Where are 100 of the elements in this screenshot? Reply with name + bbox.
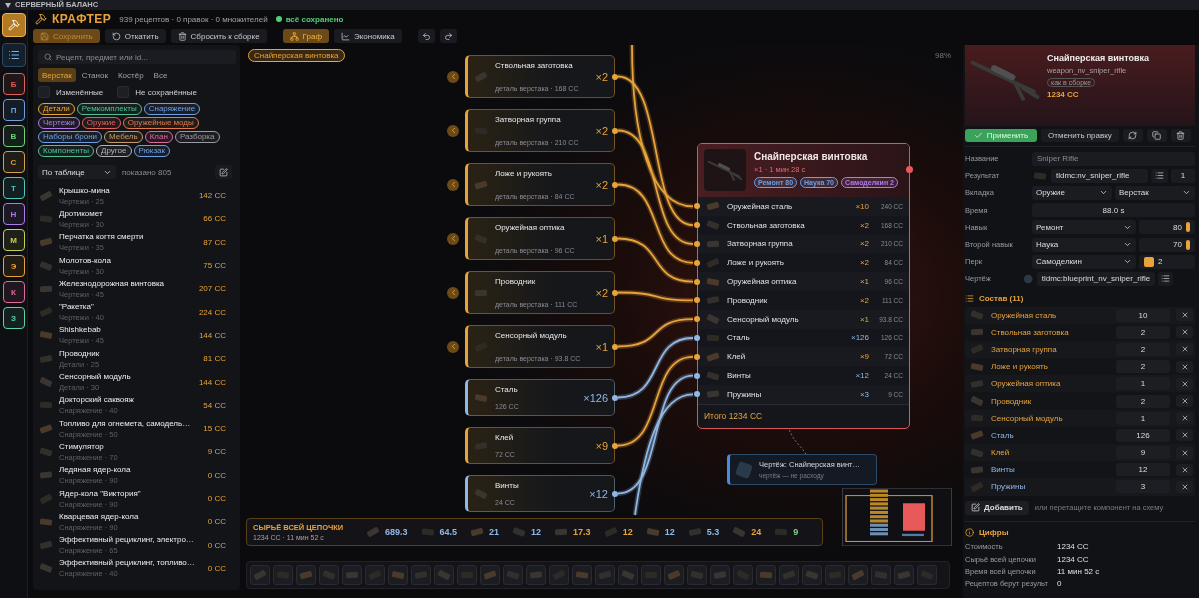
- view-tab[interactable]: Экономика: [334, 29, 402, 43]
- amount-field[interactable]: 10: [1116, 308, 1170, 322]
- category-button[interactable]: Н: [2, 203, 25, 225]
- dropdown[interactable]: Оружие: [1032, 185, 1112, 200]
- view-tab[interactable]: Граф: [282, 29, 329, 43]
- port-dot[interactable]: [612, 127, 618, 134]
- remove-button[interactable]: [1176, 463, 1193, 476]
- amount-field[interactable]: 2: [1116, 325, 1170, 339]
- filter-toggle[interactable]: Не сохранённые: [117, 86, 207, 98]
- tool-button[interactable]: [1, 13, 26, 37]
- search-field[interactable]: Рецепт, предмет или id...: [38, 50, 236, 64]
- port-dot[interactable]: [694, 353, 700, 360]
- amount-field[interactable]: 3: [1116, 480, 1170, 494]
- category-chip[interactable]: Другое: [96, 145, 132, 157]
- add-button[interactable]: Добавить: [965, 500, 1029, 515]
- filter-tab[interactable]: Все: [149, 68, 172, 82]
- dropdown[interactable]: Наука: [1032, 237, 1136, 252]
- collapse-button[interactable]: [447, 232, 459, 245]
- category-button[interactable]: С: [2, 151, 25, 173]
- category-button[interactable]: П: [2, 99, 25, 121]
- port-dot[interactable]: [694, 334, 700, 341]
- checkbox[interactable]: [38, 86, 50, 98]
- port-dot[interactable]: [694, 278, 700, 285]
- port-dot[interactable]: [612, 394, 618, 401]
- checkbox[interactable]: [117, 86, 130, 98]
- category-chip[interactable]: Наборы брони: [38, 131, 103, 143]
- port-dot[interactable]: [612, 490, 618, 497]
- port-dot[interactable]: [694, 391, 700, 398]
- remove-button[interactable]: [1176, 446, 1193, 459]
- category-chip[interactable]: Детали: [38, 103, 75, 115]
- amount-field[interactable]: 12: [1116, 463, 1170, 477]
- dropdown[interactable]: Самоделкин: [1032, 254, 1136, 269]
- remove-button[interactable]: [1176, 343, 1193, 356]
- remove-button[interactable]: [1176, 480, 1193, 493]
- collapse-button[interactable]: [447, 124, 459, 137]
- remove-button[interactable]: [1176, 429, 1193, 442]
- redo-button[interactable]: [439, 29, 457, 43]
- number-field[interactable]: 2: [1139, 254, 1195, 269]
- port-dot[interactable]: [694, 222, 700, 229]
- category-chip[interactable]: Клан: [144, 131, 173, 143]
- port-dot[interactable]: [694, 316, 700, 323]
- category-chip[interactable]: Чертежи: [38, 117, 80, 129]
- port-dot[interactable]: [694, 241, 700, 247]
- filter-toggle[interactable]: Изменённые: [38, 86, 114, 98]
- dropdown[interactable]: Верстак: [1115, 185, 1195, 200]
- category-chip[interactable]: Компоненты: [38, 145, 95, 157]
- text-field[interactable]: Sniper Rifle: [1032, 151, 1195, 166]
- remove-button[interactable]: [1176, 395, 1193, 408]
- amount-field[interactable]: 9: [1116, 446, 1170, 460]
- category-chip[interactable]: Ремкомплекты: [76, 103, 142, 115]
- tool-button[interactable]: [1, 43, 26, 67]
- copy-button[interactable]: [1146, 129, 1167, 142]
- port-dot[interactable]: [694, 297, 700, 304]
- amount-field[interactable]: 2: [1116, 394, 1170, 408]
- port-dot[interactable]: [612, 235, 618, 242]
- port-dot[interactable]: [612, 73, 618, 80]
- category-chip[interactable]: Оружейные моды: [122, 117, 199, 129]
- list-button[interactable]: [1158, 271, 1173, 286]
- category-chip[interactable]: Рюкзак: [133, 145, 171, 157]
- time-field[interactable]: 88.0 s: [1032, 203, 1195, 218]
- filter-tab[interactable]: Верстак: [38, 68, 76, 82]
- port-dot[interactable]: [612, 289, 618, 296]
- amount-field[interactable]: 2: [1116, 342, 1170, 356]
- category-chip[interactable]: Снаряжение: [143, 103, 201, 115]
- port-dot[interactable]: [694, 259, 700, 266]
- remove-button[interactable]: [1176, 326, 1193, 339]
- port-dot[interactable]: [694, 203, 700, 210]
- count-field[interactable]: 1: [1171, 168, 1195, 183]
- sort-select[interactable]: По таблице: [38, 165, 116, 179]
- edit-button[interactable]: [215, 165, 232, 179]
- remove-button[interactable]: [1176, 360, 1193, 373]
- port-dot[interactable]: [612, 343, 618, 350]
- remove-button[interactable]: [1176, 377, 1193, 390]
- amount-field[interactable]: 2: [1116, 360, 1170, 374]
- reset-button[interactable]: Сбросить к сборке: [170, 29, 267, 43]
- category-chip[interactable]: Оружие: [81, 117, 121, 129]
- delete-button[interactable]: [1170, 129, 1191, 142]
- filter-tab[interactable]: Станок: [77, 68, 112, 82]
- revert-button[interactable]: Откатить: [104, 29, 166, 43]
- recipe-node[interactable]: [697, 143, 910, 429]
- list-button[interactable]: [1151, 168, 1168, 183]
- undo-button[interactable]: [417, 29, 435, 43]
- port-dot[interactable]: [612, 181, 618, 188]
- number-field[interactable]: 70: [1139, 237, 1195, 252]
- number-field[interactable]: 80: [1139, 220, 1195, 235]
- amount-field[interactable]: 126: [1116, 428, 1170, 442]
- remove-button[interactable]: [1176, 412, 1193, 425]
- revert-button[interactable]: Отменить правку: [1041, 129, 1119, 142]
- category-button[interactable]: Т: [2, 177, 25, 199]
- breadcrumb-chip[interactable]: Снайперская винтовка: [248, 49, 345, 62]
- category-button[interactable]: В: [2, 125, 25, 147]
- remove-button[interactable]: [1176, 309, 1193, 322]
- category-button[interactable]: К: [2, 281, 25, 303]
- amount-field[interactable]: 1: [1116, 377, 1170, 391]
- category-button[interactable]: Б: [2, 73, 25, 95]
- collapse-button[interactable]: [447, 340, 459, 353]
- category-button[interactable]: З: [2, 307, 25, 329]
- filter-tab[interactable]: Костёр: [113, 68, 148, 82]
- result-field[interactable]: tldmc:nv_sniper_rifle: [1051, 168, 1148, 183]
- amount-field[interactable]: 1: [1116, 411, 1170, 425]
